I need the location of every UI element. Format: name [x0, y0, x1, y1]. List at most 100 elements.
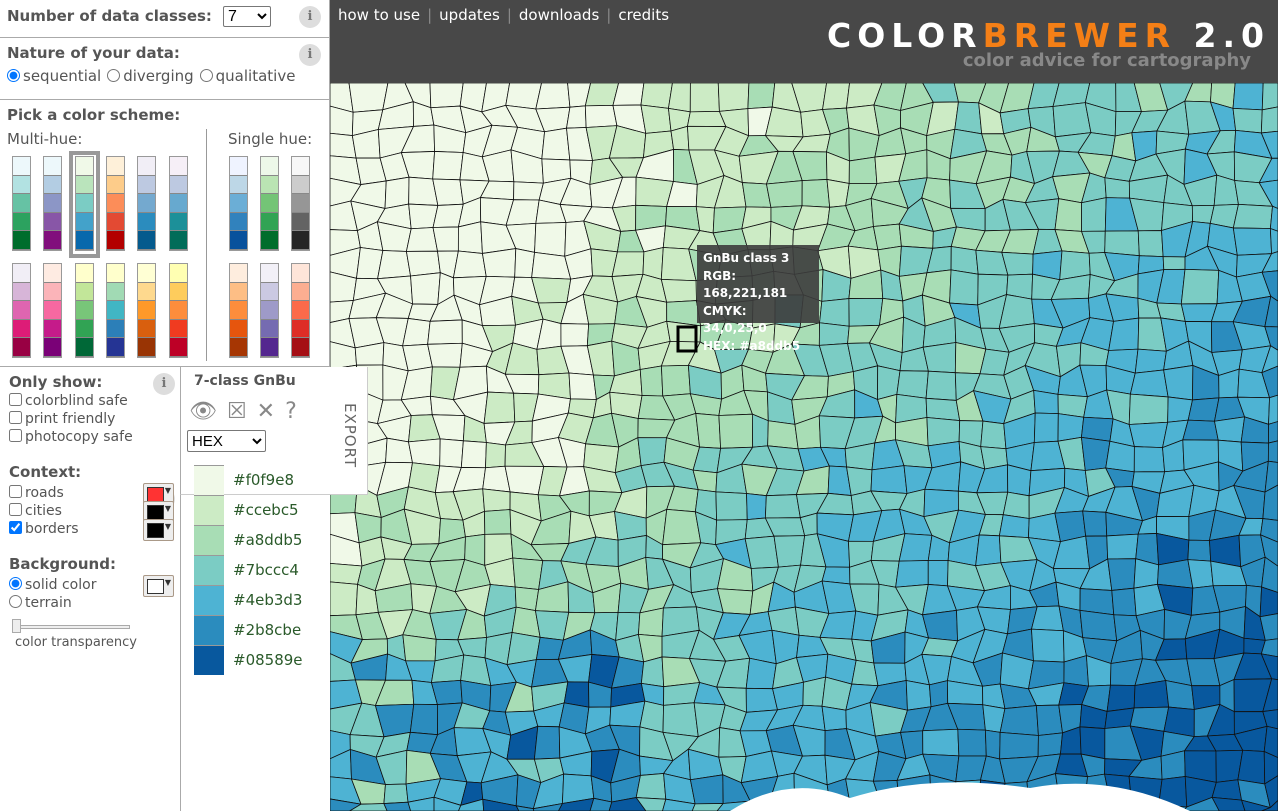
county[interactable]	[848, 297, 884, 327]
county[interactable]	[513, 181, 544, 201]
scheme-swatch[interactable]	[137, 263, 157, 358]
county[interactable]	[1182, 419, 1219, 441]
county[interactable]	[818, 322, 850, 346]
county[interactable]	[1187, 397, 1220, 422]
colorblind-icon[interactable]: ☒	[227, 399, 257, 424]
county[interactable]	[717, 83, 750, 112]
county[interactable]	[512, 557, 544, 590]
county[interactable]	[746, 493, 767, 521]
scheme-swatch[interactable]	[43, 263, 63, 358]
county[interactable]	[1180, 268, 1220, 305]
county[interactable]	[1033, 412, 1059, 443]
county[interactable]	[1214, 416, 1246, 443]
scheme-swatch[interactable]	[260, 156, 279, 251]
county[interactable]	[999, 731, 1039, 760]
county[interactable]	[639, 365, 664, 397]
county[interactable]	[439, 438, 464, 468]
filter-colorblind-safe[interactable]: colorblind safe	[9, 393, 171, 409]
county[interactable]	[1133, 446, 1166, 473]
info-icon[interactable]: i	[299, 6, 321, 28]
print-icon[interactable]: ✕	[257, 399, 285, 424]
county[interactable]	[1079, 609, 1118, 642]
county[interactable]	[715, 491, 748, 521]
county[interactable]	[660, 278, 697, 303]
county[interactable]	[1033, 389, 1059, 414]
checkbox[interactable]	[9, 411, 22, 424]
scheme-swatch[interactable]	[168, 263, 188, 358]
county[interactable]	[821, 705, 847, 732]
county[interactable]	[484, 509, 512, 535]
county[interactable]	[949, 269, 979, 306]
county[interactable]	[745, 687, 779, 713]
county[interactable]	[695, 412, 722, 449]
county[interactable]	[429, 83, 464, 109]
county[interactable]	[1105, 440, 1135, 473]
background-color-picker[interactable]: ▼	[143, 575, 174, 597]
county[interactable]	[1134, 348, 1167, 374]
county[interactable]	[514, 248, 536, 278]
county[interactable]	[377, 250, 412, 280]
county[interactable]	[1187, 539, 1212, 562]
county[interactable]	[505, 83, 542, 110]
county[interactable]	[922, 728, 960, 757]
county[interactable]	[922, 342, 957, 374]
county[interactable]	[689, 774, 724, 805]
scheme-swatch[interactable]	[291, 263, 310, 358]
county[interactable]	[1267, 440, 1278, 463]
transparency-slider[interactable]	[12, 619, 130, 633]
county[interactable]	[1106, 533, 1139, 560]
nav-downloads[interactable]: downloads	[519, 6, 599, 24]
county[interactable]	[1163, 364, 1194, 401]
county[interactable]	[1259, 586, 1278, 618]
county[interactable]	[432, 151, 464, 181]
county[interactable]	[635, 773, 667, 800]
county[interactable]	[410, 272, 441, 305]
checkbox[interactable]	[9, 503, 22, 516]
scheme-swatch[interactable]	[43, 156, 63, 251]
county[interactable]	[1111, 587, 1137, 617]
filter-photocopy-safe[interactable]: photocopy safe	[9, 429, 171, 445]
county[interactable]	[1031, 628, 1065, 663]
county[interactable]	[716, 588, 754, 615]
eye-icon[interactable]: 👁	[189, 399, 227, 424]
county[interactable]	[905, 680, 932, 711]
county[interactable]	[922, 609, 958, 642]
county[interactable]	[1128, 421, 1169, 449]
county[interactable]	[1079, 726, 1106, 760]
county[interactable]	[457, 221, 483, 254]
county[interactable]	[670, 125, 690, 151]
county[interactable]	[1002, 491, 1030, 520]
county[interactable]	[1035, 704, 1063, 736]
county[interactable]	[998, 514, 1030, 539]
county[interactable]	[504, 465, 545, 496]
scheme-swatch[interactable]	[74, 263, 94, 358]
nature-option-qualitative[interactable]: qualitative	[199, 67, 295, 85]
county[interactable]	[773, 535, 806, 568]
county[interactable]	[566, 105, 587, 129]
export-tab[interactable]: EXPORT	[341, 403, 359, 468]
county[interactable]	[1104, 177, 1131, 199]
county[interactable]	[1232, 227, 1272, 256]
county[interactable]	[1104, 230, 1140, 257]
county[interactable]	[534, 610, 570, 641]
county[interactable]	[765, 180, 803, 208]
county[interactable]	[898, 533, 933, 562]
county[interactable]	[1037, 732, 1063, 757]
county[interactable]	[533, 725, 561, 760]
color-picker[interactable]: ▼	[143, 519, 174, 541]
county[interactable]	[801, 179, 831, 208]
county[interactable]	[980, 420, 1007, 450]
county[interactable]	[640, 83, 673, 109]
county[interactable]	[1260, 106, 1278, 134]
county[interactable]	[765, 106, 804, 138]
county[interactable]	[954, 101, 983, 135]
county[interactable]	[744, 535, 779, 569]
county[interactable]	[870, 465, 908, 494]
county[interactable]	[1054, 198, 1082, 232]
county[interactable]	[667, 83, 691, 113]
county[interactable]	[1180, 303, 1218, 323]
checkbox[interactable]	[9, 521, 22, 534]
county[interactable]	[481, 248, 517, 278]
county[interactable]	[612, 83, 645, 106]
radio[interactable]	[7, 69, 20, 82]
